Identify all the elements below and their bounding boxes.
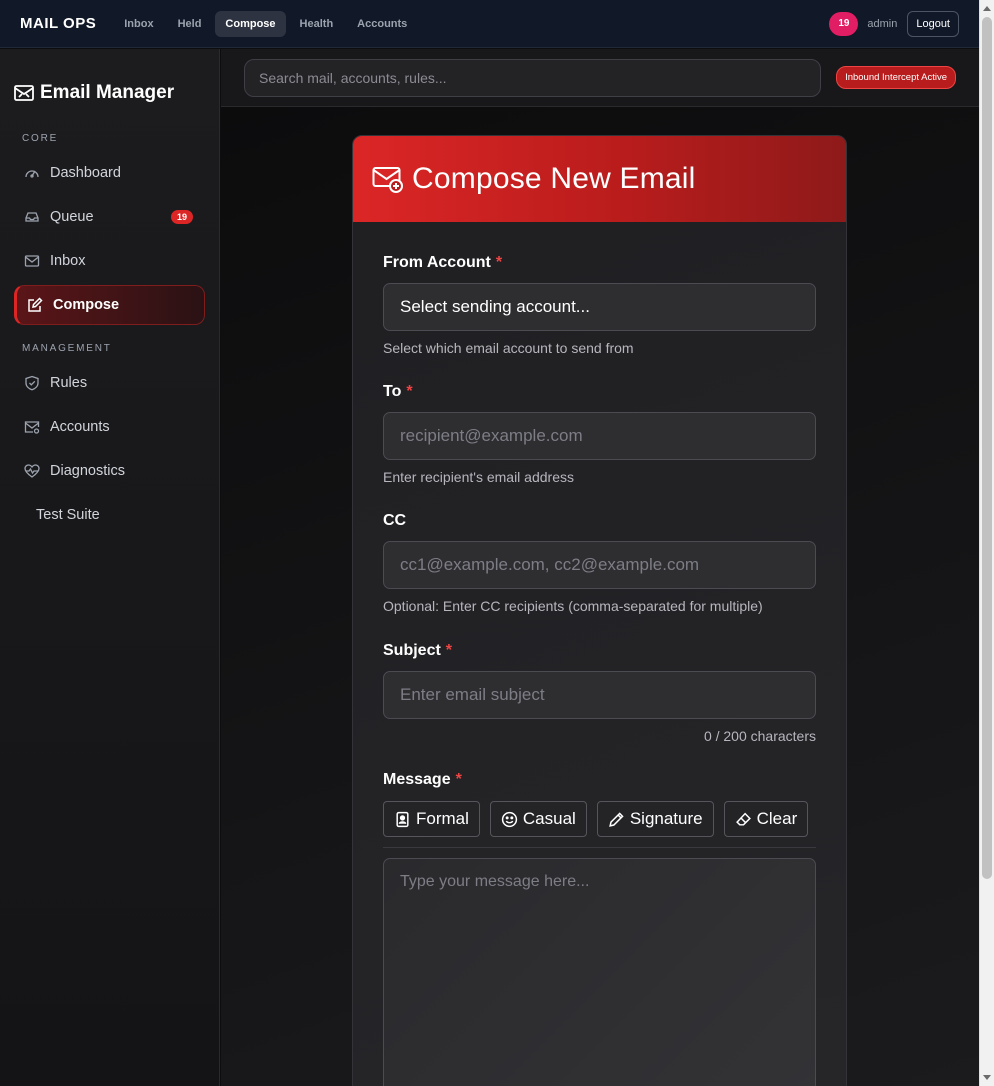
scrollbar-thumb[interactable] — [982, 17, 992, 879]
sidebar-item-label: Accounts — [50, 419, 110, 435]
shield-check-icon — [24, 375, 40, 391]
signature-label: Signature — [629, 809, 703, 828]
from-account-select[interactable]: Select sending account... — [383, 283, 816, 331]
smiley-icon — [501, 811, 518, 827]
formal-label: Formal — [416, 809, 469, 828]
sidebar-item-label: Compose — [53, 297, 120, 313]
search-input[interactable] — [244, 58, 821, 97]
sidebar-item-label: Rules — [50, 375, 88, 391]
compose-card: Compose New Email From Account * Select s… — [352, 135, 847, 1086]
heart-pulse-icon — [24, 463, 40, 479]
top-nav: MAIL OPS Inbox Held Compose Health Accou… — [0, 0, 979, 48]
nav-link-inbox[interactable]: Inbox — [114, 11, 163, 37]
held-count-badge[interactable]: 19 — [829, 11, 859, 36]
toolbar-divider — [383, 847, 816, 848]
casual-label: Casual — [522, 809, 576, 828]
from-field: From Account * Select sending account... … — [383, 254, 816, 356]
message-textarea[interactable] — [383, 858, 816, 1086]
subject-input[interactable] — [383, 671, 816, 719]
subject-char-counter: 0 / 200 characters — [703, 728, 816, 744]
sidebar-item-label: Test Suite — [36, 507, 100, 523]
scroll-down-arrow-icon[interactable] — [983, 1075, 991, 1080]
status-badge: Inbound Intercept Active — [836, 66, 956, 89]
pen-icon — [608, 811, 624, 827]
logout-button[interactable]: Logout — [907, 10, 959, 37]
sidebar-title: Email Manager — [0, 49, 219, 115]
from-label: From Account * — [383, 254, 816, 274]
casual-template-button[interactable]: Casual — [489, 801, 587, 837]
sidebar-item-rules[interactable]: Rules — [14, 363, 205, 403]
cc-label: CC — [383, 512, 407, 529]
subject-field: Subject* 0 / 200 characters — [383, 642, 816, 744]
template-toolbar: Formal Casual Signature Clear — [383, 801, 816, 837]
id-badge-icon — [396, 811, 409, 827]
to-field: To* Enter recipient's email address — [383, 383, 816, 485]
nav-link-compose[interactable]: Compose — [215, 10, 286, 37]
message-field: Message * Formal Casual Signature Clear — [383, 771, 816, 1086]
required-mark: * — [455, 771, 462, 788]
speedometer-icon — [24, 165, 40, 181]
required-mark: * — [495, 254, 503, 271]
formal-template-button[interactable]: Formal — [383, 801, 480, 837]
sidebar-item-label: Queue — [50, 209, 94, 225]
message-label-text: Message — [383, 771, 451, 788]
sidebar-item-test-suite[interactable]: Test Suite — [14, 495, 205, 535]
brand-logo[interactable]: MAIL OPS — [20, 15, 96, 32]
sidebar-title-text: Email Manager — [40, 82, 175, 103]
sidebar: Email Manager CORE Dashboard Queue 19 In… — [0, 49, 220, 1086]
signature-template-button[interactable]: Signature — [596, 801, 714, 837]
to-help-text: Enter recipient's email address — [383, 469, 574, 485]
cc-field: CC Optional: Enter CC recipients (comma-… — [383, 512, 816, 614]
sidebar-item-label: Diagnostics — [50, 463, 125, 479]
section-core: CORE — [22, 133, 59, 144]
eraser-icon — [735, 812, 751, 826]
envelope-x-icon — [14, 85, 34, 101]
sidebar-item-diagnostics[interactable]: Diagnostics — [14, 451, 205, 491]
required-mark: * — [406, 383, 413, 400]
section-management: MANAGEMENT — [22, 343, 112, 354]
sidebar-item-accounts[interactable]: Accounts — [14, 407, 205, 447]
to-input[interactable] — [383, 412, 816, 460]
clear-label: Clear — [756, 809, 798, 828]
sidebar-item-compose[interactable]: Compose — [14, 285, 205, 325]
nav-right: 19 admin Logout — [829, 10, 959, 37]
clear-message-button[interactable]: Clear — [723, 801, 809, 837]
nav-link-accounts[interactable]: Accounts — [347, 11, 417, 37]
main-content: Compose New Email From Account * Select s… — [221, 107, 979, 1086]
nav-link-held[interactable]: Held — [168, 11, 212, 37]
compose-card-header: Compose New Email — [353, 136, 846, 222]
queue-count-badge: 19 — [170, 210, 193, 224]
sidebar-item-dashboard[interactable]: Dashboard — [14, 153, 205, 193]
from-label-text: From Account — [383, 254, 491, 271]
envelope-icon — [24, 253, 40, 269]
cc-input[interactable] — [383, 541, 816, 589]
envelope-gear-icon — [24, 419, 40, 435]
inbox-tray-icon — [24, 209, 40, 225]
search-bar-row: Inbound Intercept Active — [221, 49, 979, 107]
sidebar-item-queue[interactable]: Queue 19 — [14, 197, 205, 237]
message-label: Message * — [383, 771, 816, 791]
envelope-plus-icon — [372, 167, 403, 193]
from-help-text: Select which email account to send from — [383, 340, 634, 356]
page-title: Compose New Email — [412, 162, 696, 195]
sidebar-item-label: Dashboard — [50, 165, 121, 181]
to-label: To * — [383, 383, 816, 403]
required-mark: * — [445, 642, 453, 659]
edit-square-icon — [27, 297, 43, 313]
page-scrollbar[interactable] — [979, 0, 994, 1086]
username: admin — [867, 17, 898, 30]
to-label-text: To — [383, 383, 402, 400]
subject-label-text: Subject — [383, 642, 441, 659]
subject-label: Subject * — [383, 642, 816, 662]
nav-link-health[interactable]: Health — [290, 11, 344, 37]
scroll-up-arrow-icon[interactable] — [983, 6, 991, 11]
sidebar-item-label: Inbox — [50, 253, 86, 269]
sidebar-item-inbox[interactable]: Inbox — [14, 241, 205, 281]
cc-help-text: Optional: Enter CC recipients (comma-sep… — [383, 598, 763, 614]
